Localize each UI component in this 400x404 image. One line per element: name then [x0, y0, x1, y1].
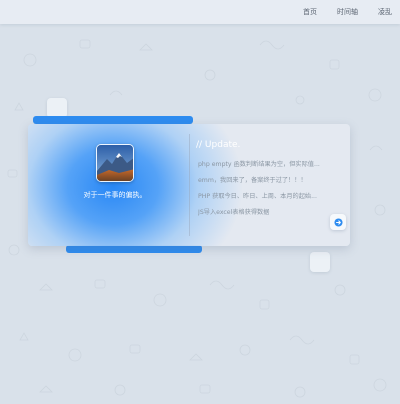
update-section-title: // Update.	[196, 140, 241, 150]
mountain-landscape-icon	[97, 145, 133, 181]
top-navigation-bar: 首页 时间轴 凌乱	[0, 0, 400, 24]
card-accent-tab-bottom	[66, 245, 202, 253]
card-divider	[189, 134, 190, 236]
update-item[interactable]: JS导入excel表格获得数据	[198, 205, 340, 221]
nav-link-home[interactable]: 首页	[303, 7, 317, 17]
avatar[interactable]	[96, 144, 134, 182]
card-accent-tab-top	[33, 116, 193, 124]
profile-update-card: 对于一件事的偏执。 // Update. php empty 函数判断结果为空，…	[28, 124, 350, 246]
update-item[interactable]: php empty 函数判断结果为空，但实际值...	[198, 157, 340, 173]
decorative-square-bottom	[310, 252, 330, 272]
nav-link-timeline[interactable]: 时间轴	[337, 7, 358, 17]
arrow-right-icon	[333, 217, 343, 227]
profile-motto: 对于一件事的偏执。	[83, 191, 147, 199]
update-item[interactable]: PHP 获取今日、昨日、上周、本月的起始...	[198, 189, 340, 205]
nav-link-misc[interactable]: 凌乱	[378, 7, 392, 17]
decorative-square-top	[47, 98, 67, 118]
update-list: php empty 函数判断结果为空，但实际值... emm，我回来了，备案终于…	[198, 157, 340, 221]
more-updates-button[interactable]	[330, 214, 346, 230]
update-item[interactable]: emm，我回来了，备案终于过了！！！	[198, 173, 340, 189]
